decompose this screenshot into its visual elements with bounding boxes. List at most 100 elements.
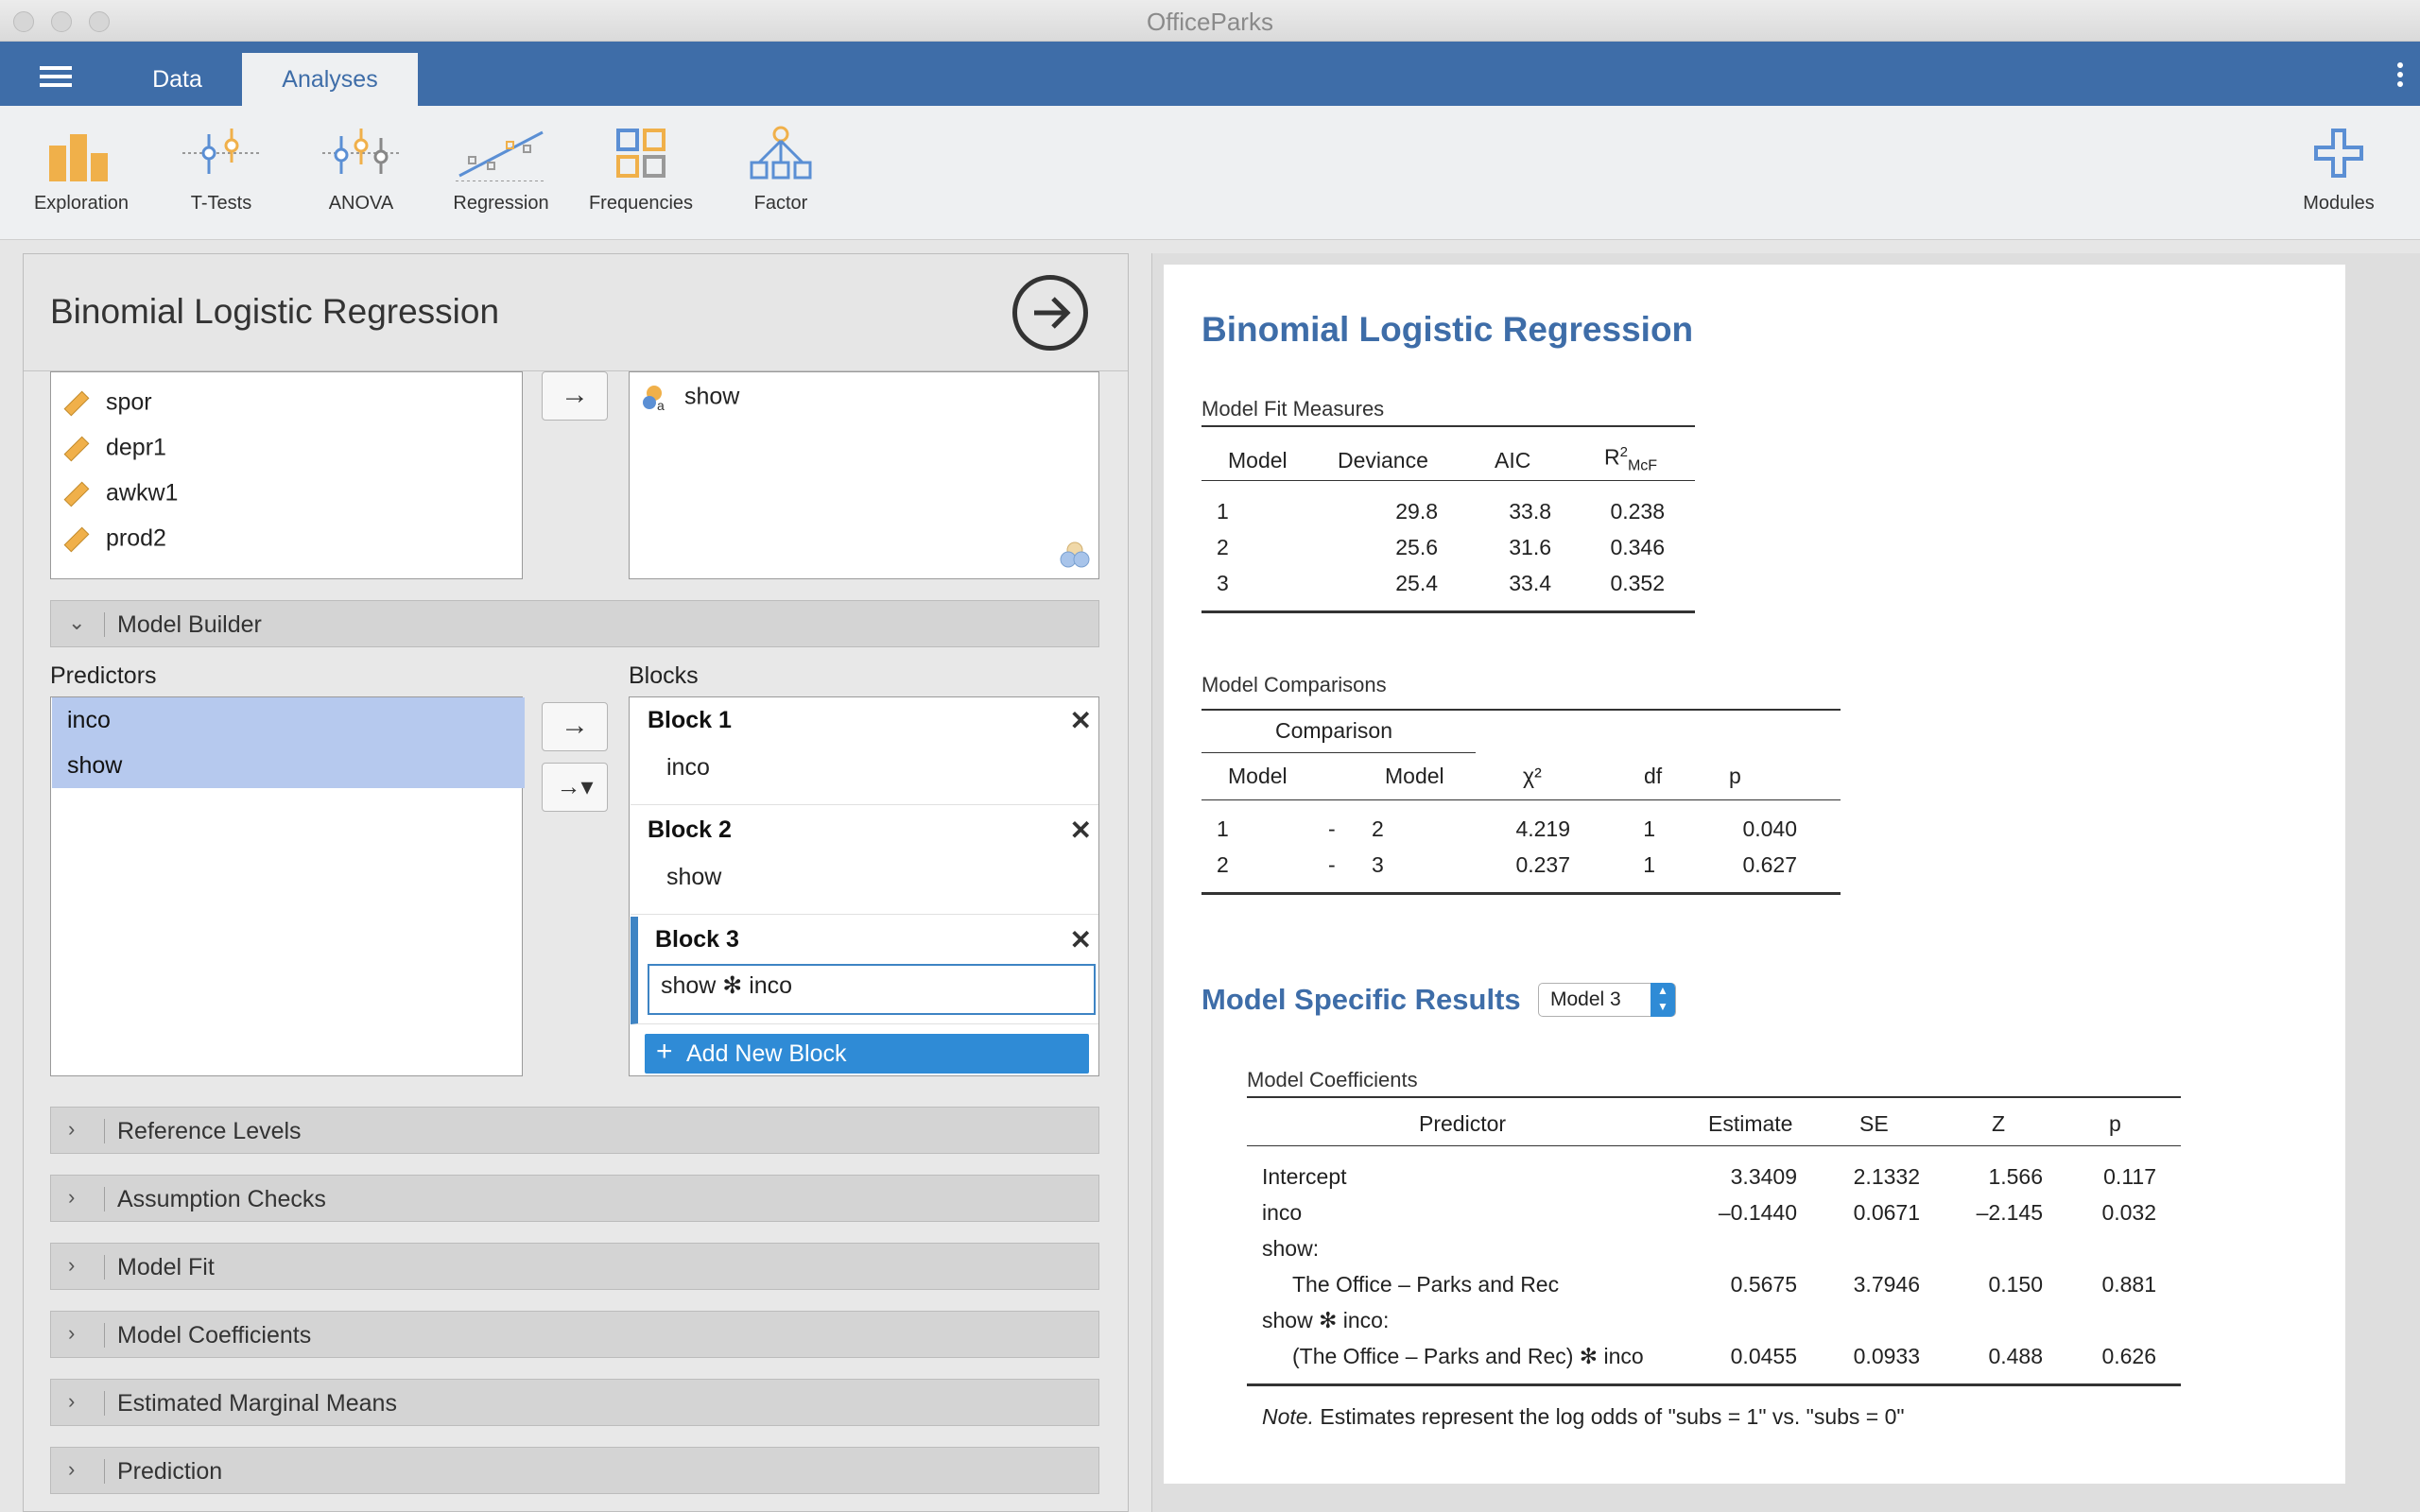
section-label: Assumption Checks bbox=[117, 1186, 326, 1212]
estimated-marginal-means-section[interactable]: › Estimated Marginal Means bbox=[50, 1379, 1099, 1426]
hamburger-menu-icon[interactable] bbox=[40, 66, 72, 70]
table-cell: 0.237 bbox=[1515, 852, 1570, 877]
variable-name: depr1 bbox=[106, 434, 166, 461]
block-2[interactable]: Block 2 ✕ show bbox=[631, 807, 1098, 915]
table-cell: inco bbox=[1262, 1200, 1303, 1225]
column-header: Model bbox=[1228, 764, 1288, 788]
table-rule bbox=[1201, 752, 1476, 753]
chevron-down-icon: ⌄ bbox=[68, 610, 86, 634]
table-cell: 1 bbox=[1643, 816, 1655, 841]
model-select[interactable]: Model 3 ▲ ▼ bbox=[1538, 983, 1676, 1017]
list-item[interactable]: spor bbox=[60, 387, 152, 420]
column-header: Model bbox=[1228, 448, 1288, 472]
section-label: Model Coefficients bbox=[117, 1322, 312, 1349]
block-term-field[interactable]: show ✻ inco bbox=[648, 964, 1096, 1015]
ribbon-label: Modules bbox=[2303, 193, 2375, 214]
block-term[interactable]: inco bbox=[666, 754, 710, 782]
table-rule bbox=[1201, 892, 1841, 895]
ribbon-frequencies-button[interactable]: Frequencies bbox=[575, 125, 707, 215]
ribbon-factor-button[interactable]: Factor bbox=[715, 125, 847, 215]
ribbon-modules-button[interactable]: Modules bbox=[2273, 125, 2405, 215]
model-builder-section[interactable]: ⌄ Model Builder bbox=[50, 600, 1099, 647]
table-cell: 0.0455 bbox=[1730, 1344, 1797, 1368]
block-term[interactable]: show bbox=[666, 864, 721, 891]
assumption-checks-section[interactable]: › Assumption Checks bbox=[50, 1175, 1099, 1222]
table-cell: 0.150 bbox=[1988, 1272, 2043, 1297]
more-options-icon[interactable] bbox=[2397, 62, 2403, 68]
results-panel: Binomial Logistic Regression Model Fit M… bbox=[1151, 253, 2420, 1512]
column-header: R2McF bbox=[1604, 444, 1657, 474]
ribbon-anova-button[interactable]: ANOVA bbox=[295, 125, 427, 215]
ribbon-label: T-Tests bbox=[190, 193, 252, 214]
table-caption: Model Coefficients bbox=[1247, 1068, 1418, 1091]
column-header: Estimate bbox=[1708, 1111, 1793, 1136]
svg-text:a: a bbox=[657, 398, 665, 413]
column-header: χ² bbox=[1523, 764, 1542, 788]
results-document: Binomial Logistic Regression Model Fit M… bbox=[1164, 265, 2345, 1484]
move-to-factors-button[interactable]: → bbox=[542, 371, 608, 421]
select-arrows-icon: ▲ ▼ bbox=[1651, 983, 1675, 1017]
table-cell: 33.4 bbox=[1509, 571, 1551, 595]
analysis-options-panel: Binomial Logistic Regression spor depr1 … bbox=[23, 253, 1129, 1512]
table-cell: 33.8 bbox=[1509, 499, 1551, 524]
column-header: Z bbox=[1992, 1111, 2006, 1136]
ribbon-label: Frequencies bbox=[588, 193, 694, 214]
table-cell: 2 bbox=[1372, 816, 1384, 841]
frequencies-icon bbox=[616, 129, 666, 178]
factors-list[interactable]: a show bbox=[629, 371, 1099, 579]
factor-icon bbox=[750, 126, 812, 180]
table-rule bbox=[1247, 1383, 2181, 1386]
remove-block-icon[interactable]: ✕ bbox=[1070, 924, 1092, 955]
table-rule bbox=[1201, 709, 1841, 711]
tab-data[interactable]: Data bbox=[123, 53, 232, 106]
table-note: Note. Estimates represent the log odds o… bbox=[1262, 1404, 1905, 1430]
ribbon-exploration-button[interactable]: Exploration bbox=[15, 125, 147, 215]
list-item[interactable]: inco bbox=[52, 697, 525, 743]
tab-analyses[interactable]: Analyses bbox=[242, 53, 418, 106]
reference-levels-section[interactable]: › Reference Levels bbox=[50, 1107, 1099, 1154]
add-to-block-button[interactable]: → bbox=[542, 702, 608, 751]
list-item[interactable]: awkw1 bbox=[60, 478, 178, 510]
chevron-right-icon: › bbox=[68, 1321, 76, 1345]
model-coefficients-section[interactable]: › Model Coefficients bbox=[50, 1311, 1099, 1358]
blocks-label: Blocks bbox=[629, 662, 699, 689]
add-interaction-button[interactable]: →▾ bbox=[542, 763, 608, 812]
table-cell: 25.6 bbox=[1395, 535, 1438, 559]
list-item[interactable]: prod2 bbox=[60, 524, 166, 556]
table-caption: Model Fit Measures bbox=[1201, 397, 1385, 421]
ribbon-regression-button[interactable]: Regression bbox=[435, 125, 567, 215]
table-cell: 0.117 bbox=[2103, 1164, 2156, 1189]
table-rule bbox=[1201, 425, 1695, 427]
model-fit-section[interactable]: › Model Fit bbox=[50, 1243, 1099, 1290]
list-item[interactable]: a show bbox=[639, 382, 739, 414]
table-cell: 3.7946 bbox=[1853, 1272, 1920, 1297]
variable-name: spor bbox=[106, 388, 152, 416]
column-header: SE bbox=[1859, 1111, 1889, 1136]
table-cell: 0.5675 bbox=[1730, 1272, 1797, 1297]
table-cell: 0.488 bbox=[1988, 1344, 2043, 1368]
options-header: Binomial Logistic Regression bbox=[24, 254, 1128, 371]
remove-block-icon[interactable]: ✕ bbox=[1070, 705, 1092, 736]
ribbon-t-tests-button[interactable]: T-Tests bbox=[155, 125, 287, 215]
block-3[interactable]: Block 3 ✕ show ✻ inco bbox=[631, 917, 1098, 1024]
block-1[interactable]: Block 1 ✕ inco bbox=[631, 697, 1098, 805]
run-arrow-button[interactable] bbox=[1012, 275, 1088, 351]
add-new-block-button[interactable]: + Add New Block bbox=[645, 1034, 1089, 1074]
variables-list[interactable]: spor depr1 awkw1 prod2 bbox=[50, 371, 523, 579]
section-label: Model Builder bbox=[117, 611, 262, 638]
table-cell: 0.627 bbox=[1742, 852, 1797, 877]
table-rule bbox=[1247, 1096, 2181, 1098]
results-title: Binomial Logistic Regression bbox=[1201, 310, 1694, 349]
remove-block-icon[interactable]: ✕ bbox=[1070, 815, 1092, 846]
model-specific-title: Model Specific Results bbox=[1201, 983, 1521, 1016]
column-header: Predictor bbox=[1419, 1111, 1507, 1136]
table-cell: 0.352 bbox=[1610, 571, 1665, 595]
prediction-section[interactable]: › Prediction bbox=[50, 1447, 1099, 1494]
table-cell: –0.1440 bbox=[1718, 1200, 1797, 1225]
list-item[interactable]: depr1 bbox=[60, 433, 166, 465]
predictors-list[interactable]: inco show bbox=[50, 696, 525, 1076]
table-rule bbox=[1247, 1145, 2181, 1146]
list-item[interactable]: show bbox=[52, 743, 525, 788]
predictors-label: Predictors bbox=[50, 662, 157, 689]
table-cell: 0.626 bbox=[2101, 1344, 2156, 1368]
